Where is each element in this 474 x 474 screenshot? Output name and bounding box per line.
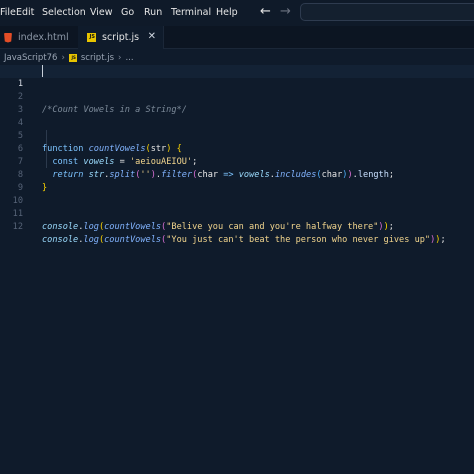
code-line[interactable]: 10	[0, 182, 474, 206]
back-arrow-icon[interactable]: ←	[260, 4, 271, 19]
code-editor[interactable]: 1 2 /*Count Vowels in a String*/ 3 4 5 f…	[0, 64, 474, 474]
code-line[interactable]: 5 function countVowels(str) {	[0, 117, 474, 154]
editor-tab-bar: index.html JS script.js ✕	[0, 26, 474, 49]
line-number: 12	[12, 222, 23, 232]
menu-help[interactable]: Help	[216, 7, 238, 18]
js-file-icon: JS	[68, 53, 77, 62]
tab-label: script.js	[102, 32, 140, 43]
code-line[interactable]: 2 /*Count Vowels in a String*/	[0, 78, 474, 115]
code-string: "Belive you can and you're halfway there…	[166, 222, 379, 232]
code-line[interactable]: 9	[0, 169, 474, 193]
menu-selection[interactable]: Selection	[42, 7, 86, 18]
code-variable: console	[42, 222, 79, 232]
menu-bar: File Edit Selection View Go Run Terminal…	[0, 0, 474, 26]
code-method: log	[83, 235, 99, 245]
menu-file[interactable]: File	[0, 7, 16, 18]
code-method: log	[83, 222, 99, 232]
code-function-name: countVowels	[104, 235, 162, 245]
code-variable: console	[42, 235, 79, 245]
code-line[interactable]: 8 }	[0, 156, 474, 193]
code-function-name: countVowels	[104, 222, 162, 232]
menu-run[interactable]: Run	[144, 7, 162, 18]
breadcrumb: JavaScript76 › JS script.js › ...	[0, 50, 474, 65]
menu-view[interactable]: View	[90, 7, 113, 18]
chevron-right-icon: ›	[118, 52, 122, 63]
menu-edit[interactable]: Edit	[16, 7, 34, 18]
close-icon[interactable]: ✕	[148, 31, 156, 42]
command-center-search[interactable]	[300, 3, 474, 21]
breadcrumb-folder[interactable]: JavaScript76	[4, 53, 57, 63]
code-line[interactable]: 6 const vowels = 'aeiouAEIOU';	[0, 130, 474, 167]
code-line[interactable]: 3	[0, 91, 474, 115]
code-string: "You just can't beat the person who neve…	[166, 235, 431, 245]
text-cursor	[42, 65, 43, 77]
code-line[interactable]: 11 console.log(countVowels("Belive you c…	[0, 195, 474, 232]
tab-label: index.html	[18, 32, 69, 43]
html-file-icon	[4, 32, 12, 43]
forward-arrow-icon[interactable]: →	[280, 4, 291, 19]
tab-index-html[interactable]: index.html	[0, 26, 78, 49]
code-line[interactable]: 7 return str.split('').filter(char => vo…	[0, 143, 474, 180]
code-line[interactable]: 12 console.log(countVowels("You just can…	[0, 208, 474, 245]
menu-terminal[interactable]: Terminal	[171, 7, 211, 18]
vscode-window: File Edit Selection View Go Run Terminal…	[0, 0, 474, 474]
code-line[interactable]: 4	[0, 104, 474, 128]
tab-script-js[interactable]: JS script.js ✕	[78, 26, 164, 49]
js-file-icon: JS	[87, 33, 96, 42]
chevron-right-icon: ›	[61, 52, 65, 63]
code-line[interactable]: 1	[0, 65, 474, 89]
menu-go[interactable]: Go	[121, 7, 134, 18]
breadcrumb-symbol[interactable]: ...	[125, 53, 133, 63]
breadcrumb-file[interactable]: script.js	[81, 53, 114, 63]
